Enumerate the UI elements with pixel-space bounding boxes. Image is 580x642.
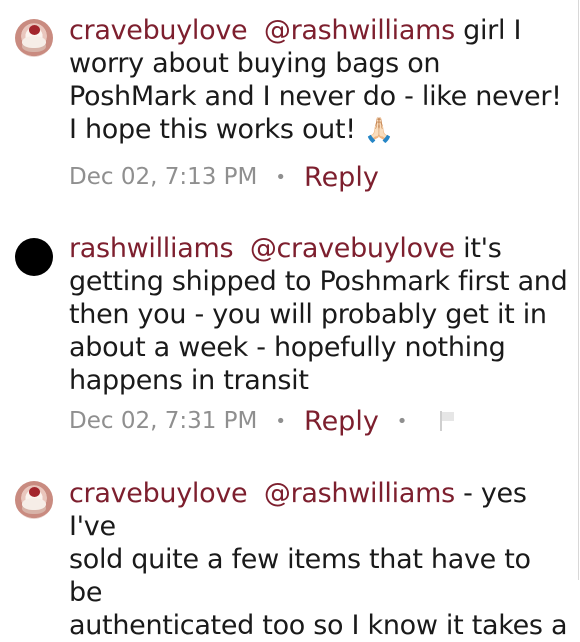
separator-dot: •: [275, 166, 287, 188]
separator-dot: •: [396, 410, 408, 432]
comment-text-line: then you - you will probably get it in: [69, 299, 547, 330]
comment-text-line: worry about buying bags on: [69, 48, 441, 79]
comment-text-line: girl I: [463, 15, 522, 46]
comment-username[interactable]: cravebuylove: [69, 15, 248, 46]
avatar[interactable]: [15, 481, 53, 519]
reply-button[interactable]: Reply: [304, 162, 379, 193]
comment-text-line: sold quite a few items that have to be: [69, 544, 531, 608]
comment-body: cravebuylove @rashwilliams girl I worry …: [69, 14, 569, 147]
comment-text-line: it's: [463, 233, 502, 264]
comment-text-line: authenticated too so I know it takes a: [69, 610, 568, 641]
comment-body: rashwilliams @cravebuylove it's getting …: [69, 232, 569, 397]
comment-body: cravebuylove @rashwilliams - yes I've so…: [69, 477, 569, 642]
comment-mention[interactable]: @cravebuylove: [250, 233, 455, 264]
comment-text-line: happens in transit: [69, 365, 309, 396]
reply-button[interactable]: Reply: [304, 406, 379, 437]
comment-timestamp: Dec 02, 7:13 PM: [69, 164, 258, 190]
comment-timestamp: Dec 02, 7:31 PM: [69, 408, 258, 434]
avatar[interactable]: [15, 238, 53, 276]
avatar[interactable]: [15, 19, 53, 57]
comment-meta: Dec 02, 7:31 PM • Reply •: [69, 404, 455, 438]
comment-text-line: about a week - hopefully nothing: [69, 332, 506, 363]
flag-icon[interactable]: [439, 411, 455, 431]
comment-username[interactable]: cravebuylove: [69, 478, 248, 509]
comment-mention[interactable]: @rashwilliams: [264, 15, 455, 46]
comment-text-line: PoshMark and I never do - like never!: [69, 81, 562, 112]
comment-meta: Dec 02, 7:13 PM • Reply: [69, 160, 379, 194]
comment-mention[interactable]: @rashwilliams: [264, 478, 455, 509]
comment-username[interactable]: rashwilliams: [69, 233, 234, 264]
comment-text-line: getting shipped to Poshmark first and: [69, 266, 568, 297]
comment-text-line: I hope this works out!: [69, 114, 356, 145]
pray-emoji-icon: 🙏🏻: [364, 116, 394, 144]
separator-dot: •: [275, 410, 287, 432]
frame-border: [578, 0, 579, 580]
